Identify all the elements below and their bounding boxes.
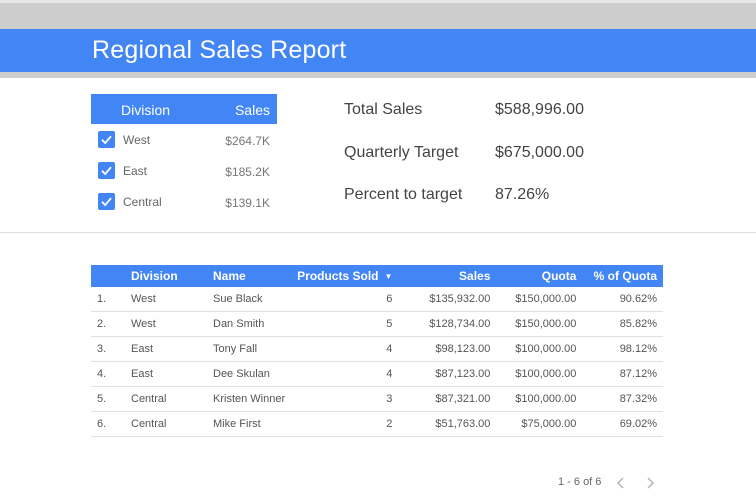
cell-division: Central (125, 386, 207, 412)
col-header-products-sold-label: Products Sold (297, 269, 379, 283)
col-header-sales[interactable]: Sales (398, 265, 497, 287)
cell-sales: $87,321.00 (398, 386, 497, 412)
cell-division: West (125, 287, 207, 312)
row-index: 6. (91, 411, 125, 437)
quarterly-target-label: Quarterly Target (344, 144, 459, 161)
cell-sales: $128,734.00 (398, 311, 497, 337)
cell-division: Central (125, 411, 207, 437)
filter-item-value: $264.7K (225, 134, 270, 148)
check-icon (101, 166, 112, 176)
cell-pct-quota: 87.12% (582, 361, 663, 387)
cell-pct-quota: 85.82% (582, 311, 663, 337)
cell-division: East (125, 336, 207, 362)
cell-name: Dan Smith (207, 311, 292, 337)
table-row[interactable]: 2. West Dan Smith 5 $128,734.00 $150,000… (91, 311, 663, 337)
quarterly-target-value: $675,000.00 (495, 144, 584, 161)
checkbox-east[interactable] (98, 162, 115, 179)
filter-item-value: $185.2K (225, 165, 270, 179)
cell-quota: $100,000.00 (496, 361, 583, 387)
section-divider (0, 232, 756, 233)
chevron-right-icon (647, 477, 655, 489)
header-underline (0, 72, 756, 78)
row-index: 5. (91, 386, 125, 412)
table-row[interactable]: 1. West Sue Black 6 $135,932.00 $150,000… (91, 287, 663, 312)
row-index: 1. (91, 287, 125, 312)
cell-sales: $135,932.00 (398, 287, 497, 312)
row-index: 3. (91, 336, 125, 362)
filter-item-central[interactable]: Central $139.1K (91, 186, 277, 217)
cell-pct-quota: 87.32% (582, 386, 663, 412)
filter-header-division[interactable]: Division (121, 102, 170, 118)
check-icon (101, 197, 112, 207)
cell-products-sold: 6 (291, 287, 399, 312)
table-row[interactable]: 6. Central Mike First 2 $51,763.00 $75,0… (91, 411, 663, 437)
cell-sales: $87,123.00 (398, 361, 497, 387)
checkbox-central[interactable] (98, 193, 115, 210)
filter-header-sales[interactable]: Sales (235, 102, 270, 118)
row-index: 2. (91, 311, 125, 337)
percent-to-target-label: Percent to target (344, 186, 463, 203)
filter-item-label: Central (123, 195, 162, 209)
total-sales-label: Total Sales (344, 101, 423, 118)
checkbox-west[interactable] (98, 131, 115, 148)
cell-products-sold: 5 (291, 311, 399, 337)
cell-name: Dee Skulan (207, 361, 292, 387)
col-header-quota[interactable]: Quota (496, 265, 583, 287)
cell-quota: $150,000.00 (496, 311, 583, 337)
filter-header: Division Sales (91, 94, 277, 124)
cell-products-sold: 4 (291, 336, 399, 362)
table-row[interactable]: 5. Central Kristen Winner 3 $87,321.00 $… (91, 386, 663, 412)
chevron-left-icon (616, 477, 624, 489)
cell-name: Kristen Winner (207, 386, 292, 412)
filter-item-label: West (123, 133, 151, 147)
report-title: Regional Sales Report (92, 36, 347, 64)
report-header: Regional Sales Report (0, 29, 756, 72)
table-row[interactable]: 3. East Tony Fall 4 $98,123.00 $100,000.… (91, 336, 663, 362)
cell-division: West (125, 311, 207, 337)
filter-item-west[interactable]: West $264.7K (91, 124, 277, 155)
cell-name: Sue Black (207, 287, 292, 312)
pagination-text: 1 - 6 of 6 (558, 476, 602, 488)
col-header-products-sold[interactable]: Products Sold ▼ (291, 265, 399, 287)
division-filter: Division Sales West $264.7K East $185.2K… (91, 94, 277, 217)
cell-pct-quota: 90.62% (582, 287, 663, 312)
cell-sales: $98,123.00 (398, 336, 497, 362)
col-header-division[interactable]: Division (125, 265, 207, 287)
cell-quota: $100,000.00 (496, 386, 583, 412)
top-strip (0, 0, 756, 29)
sort-desc-icon: ▼ (384, 272, 393, 281)
table-header-row: Division Name Products Sold ▼ Sales Quota… (91, 265, 663, 287)
table-row[interactable]: 4. East Dee Skulan 4 $87,123.00 $100,000… (91, 361, 663, 387)
sales-table: Division Name Products Sold ▼ Sales Quota… (91, 265, 663, 437)
cell-products-sold: 4 (291, 361, 399, 387)
cell-pct-quota: 98.12% (582, 336, 663, 362)
cell-quota: $150,000.00 (496, 287, 583, 312)
cell-products-sold: 3 (291, 386, 399, 412)
cell-sales: $51,763.00 (398, 411, 497, 437)
next-page-button[interactable] (643, 476, 657, 490)
cell-products-sold: 2 (291, 411, 399, 437)
check-icon (101, 135, 112, 145)
cell-name: Mike First (207, 411, 292, 437)
cell-quota: $100,000.00 (496, 336, 583, 362)
col-header-pct-quota[interactable]: % of Quota (582, 265, 663, 287)
cell-quota: $75,000.00 (496, 411, 583, 437)
cell-name: Tony Fall (207, 336, 292, 362)
cell-division: East (125, 361, 207, 387)
cell-pct-quota: 69.02% (582, 411, 663, 437)
percent-to-target-value: 87.26% (495, 186, 550, 203)
row-index: 4. (91, 361, 125, 387)
filter-item-east[interactable]: East $185.2K (91, 155, 277, 186)
col-header-name[interactable]: Name (207, 265, 292, 287)
total-sales-value: $588,996.00 (495, 101, 584, 118)
filter-item-value: $139.1K (225, 196, 270, 210)
index-header (91, 265, 125, 287)
filter-item-label: East (123, 164, 148, 178)
prev-page-button[interactable] (614, 476, 628, 490)
